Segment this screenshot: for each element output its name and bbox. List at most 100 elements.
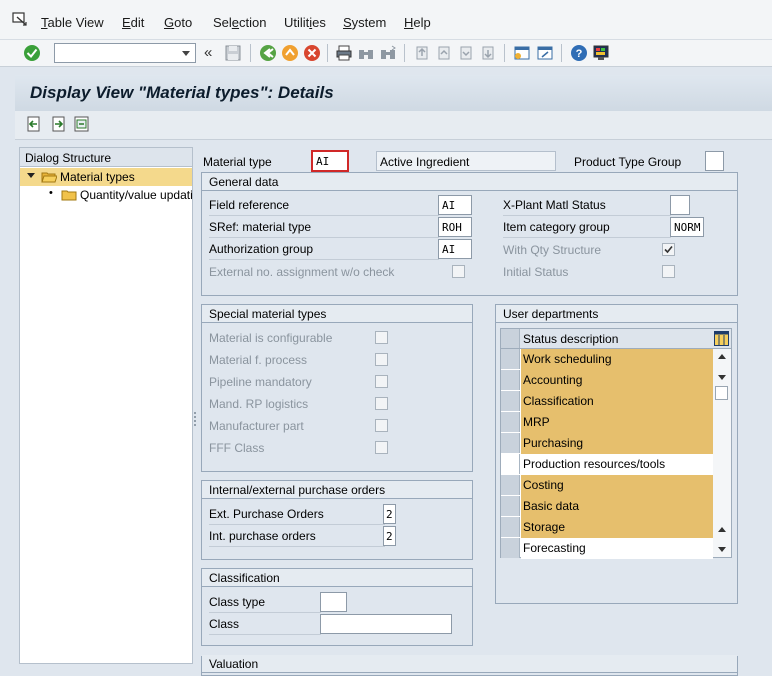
chevron-down-icon[interactable] (182, 51, 190, 56)
previous-page-icon[interactable] (435, 44, 453, 62)
table-row[interactable]: Classification (501, 391, 713, 412)
field-reference-field[interactable]: AI (438, 195, 472, 215)
table-row[interactable]: Costing (501, 475, 713, 496)
material-process-checkbox[interactable] (375, 353, 388, 366)
menu-edit[interactable]: Edit (122, 15, 144, 30)
other-entry-icon[interactable] (73, 116, 90, 133)
cancel-icon[interactable] (303, 44, 321, 62)
menu-goto[interactable]: Goto (164, 15, 192, 30)
back-icon[interactable] (259, 44, 277, 62)
authorization-group-label: Authorization group (209, 242, 439, 260)
row-selector[interactable] (501, 517, 520, 537)
history-collapse-icon[interactable]: « (204, 44, 212, 61)
external-no-assignment-checkbox[interactable] (452, 265, 465, 278)
table-row[interactable]: MRP (501, 412, 713, 433)
table-row[interactable]: Accounting (501, 370, 713, 391)
table-row[interactable]: Purchasing (501, 433, 713, 454)
scroll-down-icon[interactable] (718, 547, 726, 552)
row-selector[interactable] (501, 496, 520, 516)
next-entry-icon[interactable] (50, 116, 67, 133)
table-row[interactable]: Work scheduling (501, 349, 713, 370)
product-type-group-field[interactable] (705, 151, 724, 171)
manufacturer-part-checkbox[interactable] (375, 419, 388, 432)
table-row[interactable]: Basic data (501, 496, 713, 517)
xplant-status-field[interactable] (670, 195, 690, 215)
help-icon[interactable]: ? (570, 44, 588, 62)
class-field[interactable] (320, 614, 452, 634)
table-settings-icon[interactable] (714, 331, 729, 346)
tree-item-quantity-value-updating[interactable]: • Quantity/value updating (20, 186, 192, 204)
item-category-group-field[interactable]: NORM (670, 217, 704, 237)
customize-layout-icon[interactable] (592, 44, 610, 62)
menu-bar: Table View Edit Goto Selection Utilities… (0, 0, 772, 40)
create-session-icon[interactable] (513, 44, 531, 62)
menu-table-view[interactable]: Table View (41, 15, 104, 30)
int-purchase-orders-field[interactable]: 2 (383, 526, 396, 546)
title-bar: Display View "Material types": Details (15, 75, 772, 111)
row-selector[interactable] (501, 538, 520, 558)
table-row[interactable]: Storage (501, 517, 713, 538)
command-field[interactable] (54, 43, 196, 63)
row-selector[interactable] (501, 391, 520, 411)
row-selector[interactable] (501, 454, 520, 474)
select-all-cell[interactable] (501, 329, 520, 348)
ext-purchase-orders-label: Ext. Purchase Orders (209, 507, 385, 525)
print-icon[interactable] (335, 44, 353, 62)
first-page-icon[interactable] (413, 44, 431, 62)
system-menu-icon[interactable] (12, 12, 28, 26)
menu-utilities[interactable]: Utilities (284, 15, 326, 30)
shortcut-icon[interactable] (536, 44, 554, 62)
scroll-up-icon[interactable] (718, 354, 726, 359)
row-label: Classification (521, 391, 713, 412)
find-icon[interactable] (357, 44, 375, 62)
previous-entry-icon[interactable] (25, 116, 42, 133)
with-qty-structure-checkbox[interactable] (662, 243, 675, 256)
material-type-field[interactable]: AI (311, 150, 349, 172)
menu-system[interactable]: System (343, 15, 386, 30)
material-process-label: Material f. process (209, 353, 308, 367)
row-label: Accounting (521, 370, 713, 391)
authorization-group-field[interactable]: AI (438, 239, 472, 259)
with-qty-structure-label: With Qty Structure (503, 243, 602, 257)
expand-arrow-icon[interactable] (27, 173, 35, 178)
row-label: Basic data (521, 496, 713, 517)
splitter-handle[interactable] (193, 410, 197, 430)
row-selector[interactable] (501, 349, 520, 369)
sref-material-type-field[interactable]: ROH (438, 217, 472, 237)
scroll-down-icon[interactable] (718, 375, 726, 380)
exit-icon[interactable] (281, 44, 299, 62)
save-icon[interactable] (224, 44, 242, 62)
table-row[interactable]: Forecasting (501, 538, 713, 559)
tree-item-label: Material types (60, 170, 135, 184)
row-selector[interactable] (501, 412, 520, 432)
folder-open-icon (41, 172, 57, 183)
row-selector[interactable] (501, 475, 520, 495)
application-toolbar (15, 111, 772, 140)
material-configurable-checkbox[interactable] (375, 331, 388, 344)
user-departments-table: Status description Work scheduling Accou… (500, 328, 732, 559)
class-type-field[interactable] (320, 592, 347, 612)
enter-checkmark-icon[interactable] (23, 44, 41, 62)
fff-class-checkbox[interactable] (375, 441, 388, 454)
xplant-status-label: X-Plant Matl Status (503, 198, 671, 216)
pipeline-mandatory-checkbox[interactable] (375, 375, 388, 388)
tree-item-material-types[interactable]: Material types (20, 168, 192, 186)
bullet-icon: • (49, 187, 53, 199)
next-page-icon[interactable] (457, 44, 475, 62)
vertical-scrollbar[interactable] (713, 349, 731, 557)
ext-purchase-orders-field[interactable]: 2 (383, 504, 396, 524)
mand-rp-logistics-label: Mand. RP logistics (209, 397, 309, 411)
row-selector[interactable] (501, 433, 520, 453)
scroll-thumb[interactable] (715, 386, 728, 400)
initial-status-checkbox[interactable] (662, 265, 675, 278)
column-header-status-description[interactable]: Status description (523, 332, 618, 346)
row-selector[interactable] (501, 370, 520, 390)
table-row[interactable]: Production resources/tools (501, 454, 713, 475)
menu-selection[interactable]: Selection (213, 15, 267, 30)
scroll-up-icon[interactable] (718, 527, 726, 532)
toolbar-separator (250, 44, 251, 62)
menu-help[interactable]: Help (404, 15, 431, 30)
find-next-icon[interactable] (379, 44, 397, 62)
mand-rp-logistics-checkbox[interactable] (375, 397, 388, 410)
last-page-icon[interactable] (479, 44, 497, 62)
